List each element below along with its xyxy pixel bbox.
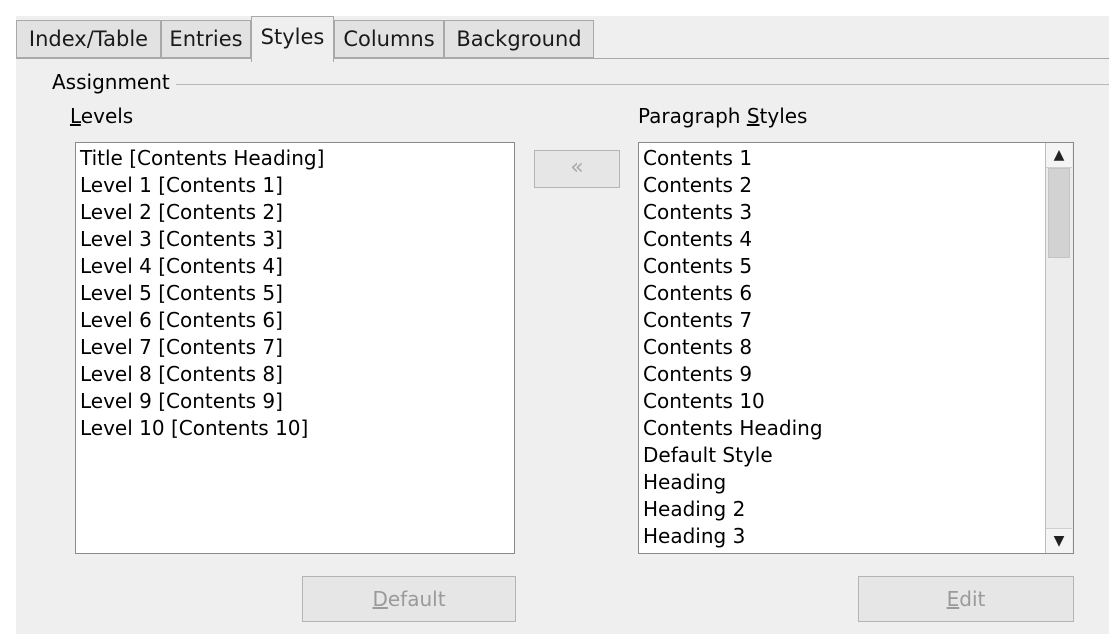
styles-dialog: Index/Table Entries Styles Columns Backg… bbox=[16, 16, 1109, 634]
level-list-item[interactable]: Level 9 [Contents 9] bbox=[76, 388, 514, 415]
tab-entries[interactable]: Entries bbox=[161, 20, 251, 58]
level-list-item[interactable]: Level 2 [Contents 2] bbox=[76, 199, 514, 226]
paragraph-style-list-item[interactable]: Contents 10 bbox=[639, 388, 1044, 415]
tab-background[interactable]: Background bbox=[444, 20, 594, 58]
tab-columns[interactable]: Columns bbox=[334, 20, 444, 58]
paragraph-style-list-item[interactable]: Contents 5 bbox=[639, 253, 1044, 280]
level-list-item[interactable]: Level 6 [Contents 6] bbox=[76, 307, 514, 334]
paragraph-style-list-item[interactable]: Contents 7 bbox=[639, 307, 1044, 334]
level-list-item[interactable]: Level 1 [Contents 1] bbox=[76, 172, 514, 199]
paragraph-styles-label: Paragraph Styles bbox=[638, 104, 808, 128]
tab-bar: Index/Table Entries Styles Columns Backg… bbox=[16, 16, 1109, 62]
level-list-item[interactable]: Level 4 [Contents 4] bbox=[76, 253, 514, 280]
styles-scrollbar[interactable]: ▲ ▼ bbox=[1045, 143, 1073, 553]
level-list-item[interactable]: Level 8 [Contents 8] bbox=[76, 361, 514, 388]
edit-button[interactable]: Edit bbox=[858, 576, 1074, 622]
tab-index-table[interactable]: Index/Table bbox=[16, 20, 161, 58]
default-button[interactable]: Default bbox=[302, 576, 516, 622]
tab-divider bbox=[16, 58, 1109, 59]
assign-style-button[interactable]: « bbox=[534, 150, 620, 188]
levels-list[interactable]: Title [Contents Heading] Level 1 [Content… bbox=[75, 142, 515, 554]
paragraph-styles-list[interactable]: Contents 1 Contents 2 Contents 3 Contents 4… bbox=[638, 142, 1074, 554]
paragraph-style-list-item[interactable]: Heading 2 bbox=[639, 496, 1044, 523]
level-list-item[interactable]: Title [Contents Heading] bbox=[76, 145, 514, 172]
tab-styles[interactable]: Styles bbox=[251, 16, 334, 62]
paragraph-style-list-item[interactable]: Contents 4 bbox=[639, 226, 1044, 253]
assignment-separator bbox=[52, 84, 1109, 85]
scroll-up-icon[interactable]: ▲ bbox=[1046, 143, 1072, 168]
level-list-item[interactable]: Level 3 [Contents 3] bbox=[76, 226, 514, 253]
paragraph-style-list-item[interactable]: Contents 3 bbox=[639, 199, 1044, 226]
paragraph-style-list-item[interactable]: Contents 6 bbox=[639, 280, 1044, 307]
paragraph-style-list-item[interactable]: Contents 9 bbox=[639, 361, 1044, 388]
paragraph-style-list-item[interactable]: Heading bbox=[639, 469, 1044, 496]
paragraph-style-list-item[interactable]: Contents 8 bbox=[639, 334, 1044, 361]
levels-label: Levels bbox=[70, 104, 134, 128]
level-list-item[interactable]: Level 7 [Contents 7] bbox=[76, 334, 514, 361]
assignment-group-label: Assignment bbox=[52, 70, 176, 94]
paragraph-styles-items: Contents 1 Contents 2 Contents 3 Contents 4… bbox=[639, 145, 1044, 553]
scrollbar-thumb[interactable] bbox=[1048, 168, 1070, 258]
paragraph-style-list-item[interactable]: Contents Heading bbox=[639, 415, 1044, 442]
paragraph-style-list-item[interactable]: Default Style bbox=[639, 442, 1044, 469]
level-list-item[interactable]: Level 10 [Contents 10] bbox=[76, 415, 514, 442]
level-list-item[interactable]: Level 5 [Contents 5] bbox=[76, 280, 514, 307]
paragraph-style-list-item[interactable]: Contents 2 bbox=[639, 172, 1044, 199]
paragraph-style-list-item[interactable]: Contents 1 bbox=[639, 145, 1044, 172]
paragraph-style-list-item[interactable]: Heading 3 bbox=[639, 523, 1044, 550]
scroll-down-icon[interactable]: ▼ bbox=[1046, 528, 1072, 553]
